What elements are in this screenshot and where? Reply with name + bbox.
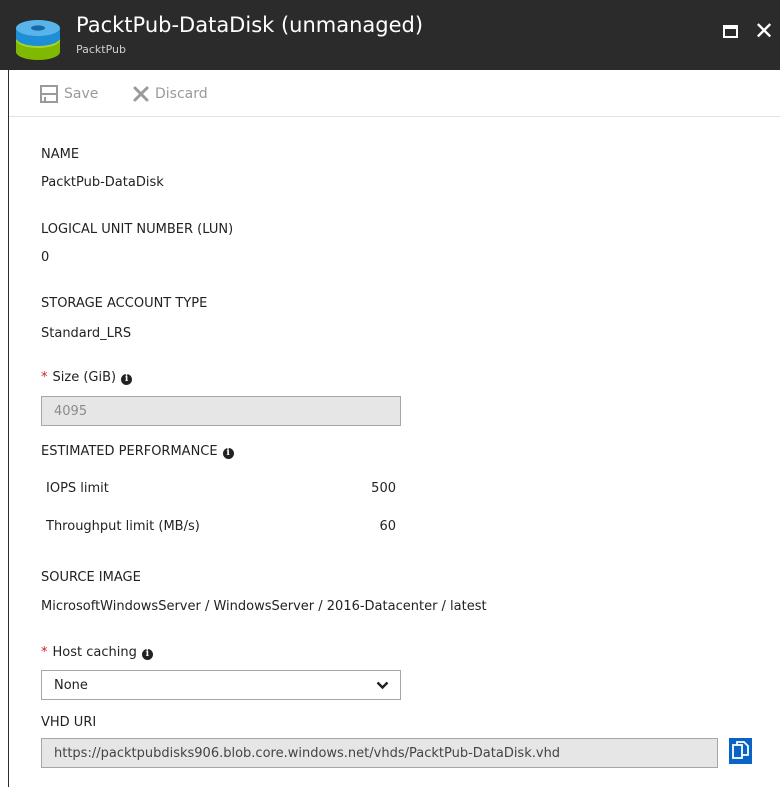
size-label: Size (GiB) <box>52 370 117 385</box>
blade-header: PacktPub-DataDisk (unmanaged) PacktPub ✕ <box>0 0 780 70</box>
copy-button[interactable] <box>729 738 752 764</box>
discard-button[interactable]: Discard <box>133 82 208 106</box>
discard-icon <box>133 86 149 102</box>
required-marker: * <box>41 645 48 660</box>
maximize-button[interactable] <box>721 22 741 42</box>
save-button[interactable]: Save <box>40 82 98 106</box>
blade-left-border <box>8 70 9 787</box>
performance-label: ESTIMATED PERFORMANCE <box>41 444 218 459</box>
host-caching-label: Host caching <box>52 645 137 660</box>
throughput-value: 60 <box>379 519 396 534</box>
host-caching-select[interactable]: None <box>41 670 401 700</box>
iops-label: IOPS limit <box>46 481 109 496</box>
vhd-uri-field[interactable]: https://packtpubdisks906.blob.core.windo… <box>41 738 718 768</box>
page-title: PacktPub-DataDisk (unmanaged) <box>76 13 424 37</box>
close-button[interactable]: ✕ <box>754 18 778 44</box>
discard-label: Discard <box>155 86 208 102</box>
lun-value: 0 <box>41 250 50 265</box>
info-icon[interactable]: i <box>222 448 234 459</box>
vhd-uri-label: VHD URI <box>41 715 97 730</box>
storage-type-value: Standard_LRS <box>41 326 132 341</box>
throughput-label: Throughput limit (MB/s) <box>46 519 200 534</box>
iops-value: 500 <box>371 481 396 496</box>
chevron-down-icon <box>376 681 389 690</box>
close-icon: ✕ <box>754 17 775 45</box>
info-icon[interactable]: i <box>121 374 133 385</box>
copy-icon <box>732 741 749 759</box>
storage-type-label: STORAGE ACCOUNT TYPE <box>41 296 208 311</box>
size-input[interactable]: 4095 <box>41 396 401 426</box>
maximize-icon <box>723 25 738 38</box>
source-image-label: SOURCE IMAGE <box>41 570 141 585</box>
disk-icon <box>16 20 60 60</box>
host-caching-value: None <box>54 678 88 693</box>
host-caching-label-row: * Host caching i <box>41 645 153 660</box>
save-label: Save <box>64 86 99 102</box>
lun-label: LOGICAL UNIT NUMBER (LUN) <box>41 222 234 237</box>
save-icon <box>40 85 58 103</box>
page-subtitle: PacktPub <box>76 43 127 56</box>
perf-label-row: ESTIMATED PERFORMANCE i <box>41 444 234 459</box>
name-label: NAME <box>41 147 80 162</box>
toolbar: Save Discard <box>9 70 780 117</box>
name-value: PacktPub-DataDisk <box>41 175 164 190</box>
size-label-row: * Size (GiB) i <box>41 370 133 385</box>
source-image-value: MicrosoftWindowsServer / WindowsServer /… <box>41 599 487 614</box>
required-marker: * <box>41 370 48 385</box>
disk-settings-panel: Save Discard NAME PacktPub-DataDisk LOGI… <box>0 70 780 787</box>
info-icon[interactable]: i <box>141 649 153 660</box>
